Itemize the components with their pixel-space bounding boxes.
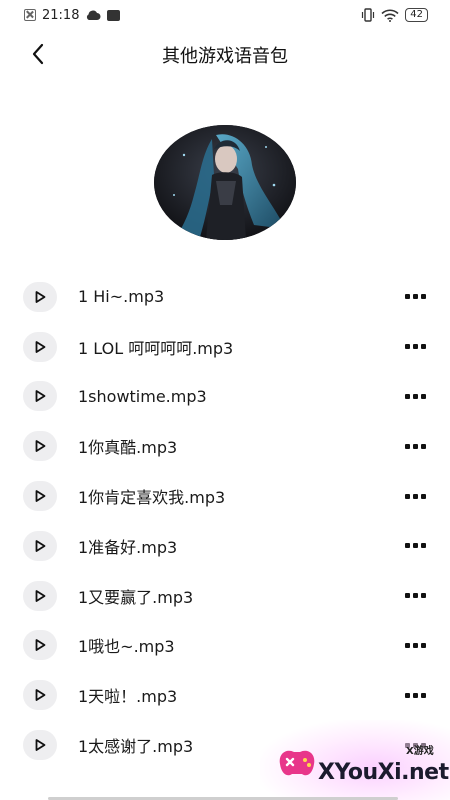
more-options-button[interactable] [402, 735, 428, 755]
play-button[interactable] [23, 481, 57, 512]
more-options-button[interactable] [402, 287, 428, 307]
file-name: 1又要赢了.mp3 [78, 587, 194, 607]
file-name: 1太感谢了.mp3 [78, 737, 194, 757]
sound-list: 1 Hi~.mp3 1 LOL 呵呵呵呵.mp3 1showtime.mp3 1你真酷… [0, 272, 450, 770]
more-options-button[interactable] [402, 386, 428, 406]
play-icon [35, 589, 46, 602]
more-icon [404, 443, 410, 449]
play-icon [35, 739, 46, 751]
play-icon [35, 689, 46, 702]
play-button[interactable] [23, 630, 57, 661]
wifi-icon [381, 9, 399, 22]
list-item[interactable]: 1你肯定喜欢我.mp3 [0, 471, 450, 521]
play-button[interactable] [23, 730, 57, 761]
more-options-button[interactable] [402, 486, 428, 506]
file-name: 1你肯定喜欢我.mp3 [78, 488, 226, 508]
more-icon [404, 393, 410, 399]
file-name: 1哦也~.mp3 [78, 637, 175, 657]
play-icon [35, 539, 46, 552]
more-icon [404, 692, 410, 698]
notification-close-icon [24, 9, 36, 21]
more-options-button[interactable] [402, 586, 428, 606]
play-button[interactable] [23, 281, 57, 312]
more-icon [404, 642, 410, 648]
page-title: 其他游戏语音包 [162, 46, 288, 67]
more-options-button[interactable] [402, 337, 428, 357]
file-name: 1showtime.mp3 [78, 386, 207, 406]
more-icon [404, 294, 410, 300]
file-name: 1准备好.mp3 [78, 537, 178, 557]
list-item[interactable]: 1哦也~.mp3 [0, 621, 450, 671]
play-icon [35, 639, 46, 652]
play-button[interactable] [23, 580, 57, 611]
status-time: 21:18 [42, 7, 80, 23]
list-item[interactable]: 1又要赢了.mp3 [0, 571, 450, 621]
file-name: 1你真酷.mp3 [78, 438, 178, 458]
list-item[interactable]: 1太感谢了.mp3 [0, 720, 450, 770]
file-name: 1 Hi~.mp3 [78, 287, 165, 307]
more-options-button[interactable] [402, 635, 428, 655]
file-name: 1 LOL 呵呵呵呵.mp3 [78, 338, 234, 358]
play-icon [35, 490, 46, 502]
play-icon [35, 390, 46, 403]
play-button[interactable] [23, 331, 57, 362]
play-icon [35, 440, 46, 453]
more-options-button[interactable] [402, 685, 428, 705]
play-button[interactable] [23, 431, 57, 462]
more-options-button[interactable] [402, 436, 428, 456]
more-icon [404, 543, 410, 549]
screen: 21:18 42 其他游戏语音包 1 Hi~.mp3 1 LOL 呵呵呵呵.mp… [0, 0, 450, 800]
list-item[interactable]: 1 LOL 呵呵呵呵.mp3 [0, 322, 450, 372]
list-item[interactable]: 1showtime.mp3 [0, 372, 450, 422]
list-item[interactable]: 1你真酷.mp3 [0, 421, 450, 471]
more-icon [404, 742, 410, 748]
list-item[interactable]: 1准备好.mp3 [0, 521, 450, 571]
status-bar: 21:18 42 [0, 0, 450, 30]
list-item[interactable]: 1 Hi~.mp3 [0, 272, 450, 322]
mail-icon [107, 9, 121, 21]
more-options-button[interactable] [402, 536, 428, 556]
more-icon [404, 344, 410, 350]
header: 其他游戏语音包 [0, 30, 450, 78]
vibrate-icon [362, 8, 375, 22]
battery-indicator: 42 [405, 8, 428, 22]
play-button[interactable] [23, 680, 57, 711]
avatar [154, 125, 296, 240]
play-button[interactable] [23, 530, 57, 561]
list-item[interactable]: 1天啦！.mp3 [0, 670, 450, 720]
more-icon [404, 593, 410, 599]
play-icon [35, 340, 46, 353]
play-button[interactable] [23, 381, 57, 412]
cloud-icon [87, 10, 101, 20]
play-icon [35, 290, 46, 303]
file-name: 1天啦！.mp3 [78, 687, 178, 707]
more-icon [404, 493, 410, 499]
character-portrait-image [154, 125, 296, 240]
